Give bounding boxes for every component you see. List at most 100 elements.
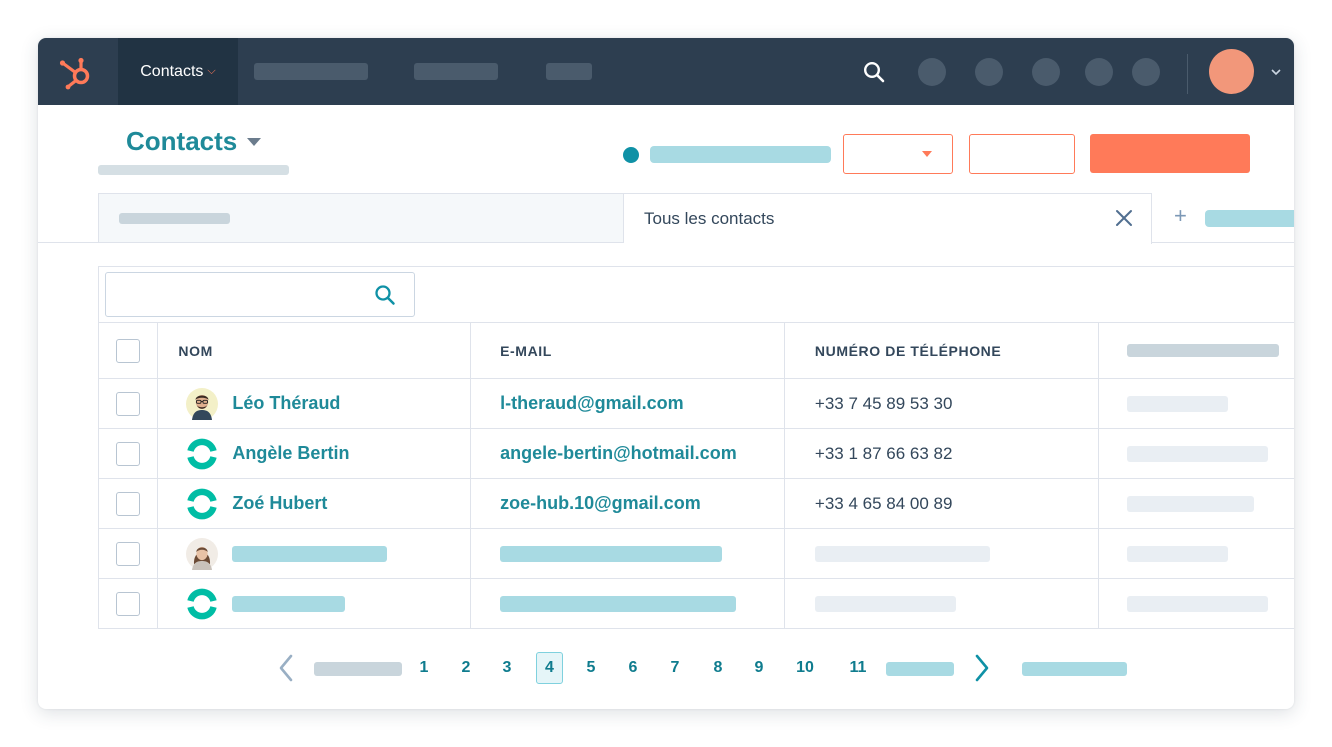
nav-menu-item-placeholder[interactable] [546, 63, 592, 80]
name-cell: Léo Théraud [157, 378, 472, 429]
email-cell: angele-bertin@hotmail.com [470, 428, 785, 479]
extra-cell [1098, 578, 1294, 629]
create-contact-button[interactable] [1090, 134, 1250, 173]
status-text-placeholder[interactable] [650, 146, 831, 163]
actions-dropdown-button[interactable] [843, 134, 953, 174]
cell-placeholder [1126, 495, 1254, 512]
contact-phone: +33 4 65 84 00 89 [814, 493, 953, 513]
page-number[interactable]: 3 [497, 652, 517, 684]
pagination: 1 2 3 4 5 6 7 8 9 10 11 [38, 648, 1294, 688]
add-view-label-placeholder[interactable] [1205, 210, 1294, 227]
add-view-plus-icon[interactable]: + [1174, 205, 1187, 227]
page-number[interactable]: 1 [414, 652, 434, 684]
search-input[interactable] [114, 281, 364, 309]
email-cell: l-theraud@gmail.com [470, 378, 785, 429]
nav-utility-icon[interactable] [1032, 58, 1060, 86]
extra-cell [1098, 478, 1294, 529]
contact-phone-placeholder [814, 545, 990, 562]
row-checkbox[interactable] [116, 591, 140, 616]
column-header-phone[interactable]: NUMÉRO DE TÉLÉPHONE [784, 322, 1099, 379]
row-checkbox[interactable] [116, 541, 140, 566]
page-number[interactable]: 9 [749, 652, 769, 684]
column-header-email[interactable]: E-MAIL [470, 322, 785, 379]
secondary-button[interactable] [969, 134, 1075, 174]
user-avatar[interactable] [1209, 49, 1254, 94]
cell-placeholder [1126, 545, 1228, 562]
table-header-row: NOM E-MAIL NUMÉRO DE TÉLÉPHONE [99, 322, 1294, 379]
name-cell: Angèle Bertin [157, 428, 472, 479]
top-navigation-bar: Contacts ⌵ [38, 38, 1294, 105]
nav-menu-item-placeholder[interactable] [414, 63, 498, 80]
woman-avatar-icon [186, 537, 219, 570]
search-icon[interactable] [374, 284, 396, 306]
search-icon[interactable] [863, 61, 885, 83]
cell-placeholder [1126, 595, 1268, 612]
table-row: Angèle Bertin angele-bertin@hotmail.com … [99, 428, 1294, 479]
caret-down-icon [922, 151, 932, 157]
name-cell: Zoé Hubert [157, 478, 472, 529]
row-checkbox[interactable] [116, 391, 140, 416]
select-all-checkbox[interactable] [116, 338, 140, 363]
row-select-cell [99, 528, 159, 579]
phone-cell: +33 4 65 84 00 89 [784, 478, 1099, 529]
nav-menu-contacts[interactable]: Contacts ⌵ [118, 38, 238, 105]
column-header-name[interactable]: NOM [157, 322, 472, 379]
contact-email-link[interactable]: zoe-hub.10@gmail.com [500, 493, 701, 513]
page-number[interactable]: 6 [623, 652, 643, 684]
close-icon[interactable] [1114, 208, 1134, 228]
tab-all-contacts-label: Tous les contacts [644, 209, 775, 228]
chevron-right-icon[interactable] [972, 653, 992, 683]
row-select-cell [99, 478, 159, 529]
row-checkbox[interactable] [116, 491, 140, 516]
phone-cell [784, 528, 1099, 579]
page-number[interactable]: 10 [795, 652, 815, 684]
prev-label-placeholder[interactable] [314, 662, 402, 676]
column-header-placeholder [1126, 344, 1279, 357]
contact-email-placeholder[interactable] [500, 545, 723, 562]
email-cell: zoe-hub.10@gmail.com [470, 478, 785, 529]
contact-name-link[interactable]: Zoé Hubert [232, 493, 327, 514]
column-header-extra[interactable] [1098, 322, 1294, 379]
nav-divider [1187, 54, 1188, 94]
page-size-placeholder[interactable] [1022, 662, 1127, 676]
contact-email-link[interactable]: angele-bertin@hotmail.com [500, 443, 737, 463]
header-select-all-cell [99, 322, 159, 379]
contact-name-link[interactable]: Léo Théraud [232, 393, 340, 414]
extra-cell [1098, 428, 1294, 479]
page-subtitle-placeholder [98, 165, 289, 175]
nav-utility-icon[interactable] [1085, 58, 1113, 86]
contact-email-link[interactable]: l-theraud@gmail.com [500, 393, 684, 413]
extra-cell [1098, 378, 1294, 429]
table-row [99, 528, 1294, 579]
contact-email-placeholder[interactable] [500, 595, 737, 612]
page-number[interactable]: 7 [665, 652, 685, 684]
nav-utility-icon[interactable] [918, 58, 946, 86]
page-number-current[interactable]: 4 [536, 652, 563, 684]
contact-phone: +33 1 87 66 63 82 [814, 443, 953, 463]
table-search-box[interactable] [105, 272, 415, 317]
phone-cell: +33 7 45 89 53 30 [784, 378, 1099, 429]
contact-name-placeholder[interactable] [232, 545, 388, 562]
nav-utility-icon[interactable] [1132, 58, 1160, 86]
table-row: Léo Théraud l-theraud@gmail.com +33 7 45… [99, 378, 1294, 429]
page-number[interactable]: 8 [708, 652, 728, 684]
contact-name-placeholder[interactable] [232, 595, 346, 612]
page-number[interactable]: 5 [581, 652, 601, 684]
tab-all-contacts[interactable]: Tous les contacts [624, 193, 1152, 244]
next-label-placeholder[interactable] [886, 662, 954, 676]
page-title-dropdown[interactable]: Contacts [126, 126, 262, 157]
status-dot-icon [623, 147, 639, 163]
nav-utility-icon[interactable] [975, 58, 1003, 86]
hubspot-logo-icon[interactable] [56, 52, 96, 92]
cell-placeholder [1126, 395, 1228, 412]
contact-phone-placeholder [814, 595, 956, 612]
contact-name-link[interactable]: Angèle Bertin [232, 443, 349, 464]
page-number[interactable]: 2 [456, 652, 476, 684]
chevron-down-icon: ⌵ [207, 65, 216, 77]
chevron-left-icon[interactable] [276, 653, 296, 683]
row-checkbox[interactable] [116, 441, 140, 466]
tab-view-inactive[interactable] [98, 193, 624, 243]
nav-menu-item-placeholder[interactable] [254, 63, 368, 80]
chevron-down-icon[interactable] [1270, 66, 1282, 78]
page-number[interactable]: 11 [848, 652, 868, 684]
